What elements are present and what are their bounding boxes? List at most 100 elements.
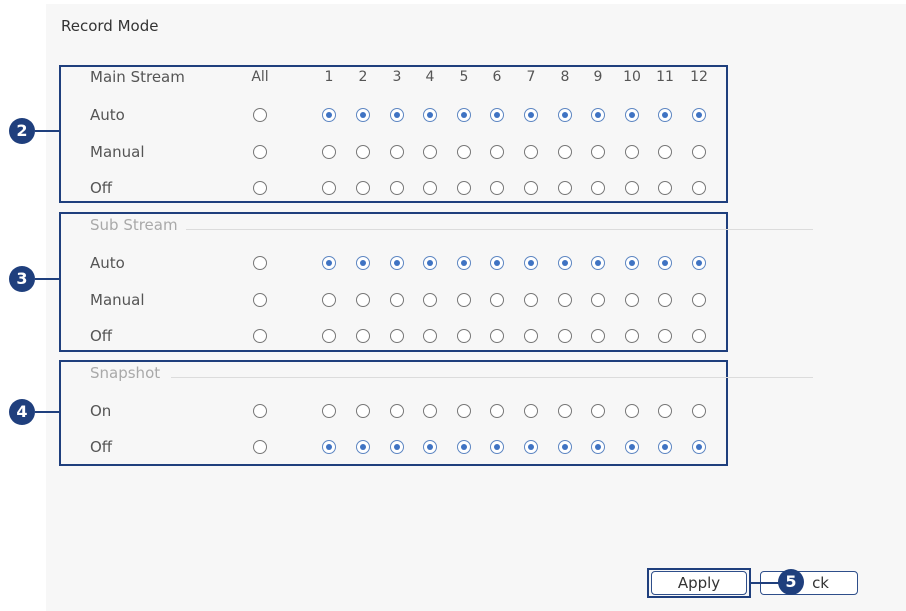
- radio-ch3-on[interactable]: [390, 404, 404, 418]
- radio-ch2-auto[interactable]: [356, 108, 370, 122]
- radio-ch10-off[interactable]: [625, 329, 639, 343]
- radio-ch5-off[interactable]: [457, 181, 471, 195]
- radio-ch2-off[interactable]: [356, 181, 370, 195]
- radio-ch2-off[interactable]: [356, 440, 370, 454]
- radio-ch3-off[interactable]: [390, 329, 404, 343]
- radio-ch4-manual[interactable]: [423, 293, 437, 307]
- radio-ch7-off[interactable]: [524, 181, 538, 195]
- radio-ch12-on[interactable]: [692, 404, 706, 418]
- radio-ch1-manual[interactable]: [322, 293, 336, 307]
- radio-ch6-auto[interactable]: [490, 108, 504, 122]
- radio-ch11-manual[interactable]: [658, 293, 672, 307]
- radio-ch5-off[interactable]: [457, 329, 471, 343]
- radio-ch3-off[interactable]: [390, 181, 404, 195]
- radio-ch6-off[interactable]: [490, 329, 504, 343]
- radio-ch5-auto[interactable]: [457, 256, 471, 270]
- radio-ch7-auto[interactable]: [524, 108, 538, 122]
- radio-ch7-on[interactable]: [524, 404, 538, 418]
- radio-ch10-manual[interactable]: [625, 293, 639, 307]
- radio-ch9-manual[interactable]: [591, 293, 605, 307]
- radio-ch6-off[interactable]: [490, 181, 504, 195]
- radio-ch10-on[interactable]: [625, 404, 639, 418]
- radio-ch1-on[interactable]: [322, 404, 336, 418]
- radio-ch8-auto[interactable]: [558, 256, 572, 270]
- radio-ch12-manual[interactable]: [692, 145, 706, 159]
- radio-ch1-manual[interactable]: [322, 145, 336, 159]
- radio-ch1-off[interactable]: [322, 440, 336, 454]
- radio-ch12-off[interactable]: [692, 440, 706, 454]
- radio-ch11-auto[interactable]: [658, 256, 672, 270]
- radio-ch7-manual[interactable]: [524, 145, 538, 159]
- radio-ch10-auto[interactable]: [625, 256, 639, 270]
- radio-ch6-manual[interactable]: [490, 293, 504, 307]
- radio-ch5-on[interactable]: [457, 404, 471, 418]
- radio-ch3-manual[interactable]: [390, 145, 404, 159]
- radio-ch4-auto[interactable]: [423, 108, 437, 122]
- radio-ch3-manual[interactable]: [390, 293, 404, 307]
- radio-ch9-off[interactable]: [591, 329, 605, 343]
- radio-ch1-auto[interactable]: [322, 256, 336, 270]
- radio-ch5-off[interactable]: [457, 440, 471, 454]
- radio-ch10-off[interactable]: [625, 181, 639, 195]
- radio-ch7-off[interactable]: [524, 440, 538, 454]
- radio-ch9-off[interactable]: [591, 440, 605, 454]
- radio-ch3-off[interactable]: [390, 440, 404, 454]
- radio-ch2-on[interactable]: [356, 404, 370, 418]
- radio-ch9-auto[interactable]: [591, 108, 605, 122]
- radio-ch12-auto[interactable]: [692, 108, 706, 122]
- radio-ch4-manual[interactable]: [423, 145, 437, 159]
- radio-all-on[interactable]: [253, 404, 267, 418]
- radio-ch8-manual[interactable]: [558, 145, 572, 159]
- radio-ch3-auto[interactable]: [390, 256, 404, 270]
- radio-ch9-manual[interactable]: [591, 145, 605, 159]
- radio-all-off[interactable]: [253, 181, 267, 195]
- radio-ch11-off[interactable]: [658, 329, 672, 343]
- radio-ch2-manual[interactable]: [356, 293, 370, 307]
- radio-all-manual[interactable]: [253, 293, 267, 307]
- radio-all-auto[interactable]: [253, 256, 267, 270]
- radio-ch2-auto[interactable]: [356, 256, 370, 270]
- radio-ch1-auto[interactable]: [322, 108, 336, 122]
- radio-ch7-auto[interactable]: [524, 256, 538, 270]
- radio-ch9-auto[interactable]: [591, 256, 605, 270]
- radio-ch11-on[interactable]: [658, 404, 672, 418]
- radio-ch6-auto[interactable]: [490, 256, 504, 270]
- radio-ch5-auto[interactable]: [457, 108, 471, 122]
- radio-ch10-auto[interactable]: [625, 108, 639, 122]
- radio-ch8-auto[interactable]: [558, 108, 572, 122]
- radio-ch4-off[interactable]: [423, 329, 437, 343]
- radio-ch1-off[interactable]: [322, 329, 336, 343]
- radio-ch4-on[interactable]: [423, 404, 437, 418]
- radio-ch6-off[interactable]: [490, 440, 504, 454]
- radio-all-auto[interactable]: [253, 108, 267, 122]
- radio-ch2-off[interactable]: [356, 329, 370, 343]
- radio-ch8-off[interactable]: [558, 440, 572, 454]
- radio-ch8-manual[interactable]: [558, 293, 572, 307]
- radio-ch9-on[interactable]: [591, 404, 605, 418]
- radio-ch7-off[interactable]: [524, 329, 538, 343]
- radio-ch6-on[interactable]: [490, 404, 504, 418]
- radio-ch9-off[interactable]: [591, 181, 605, 195]
- radio-ch12-manual[interactable]: [692, 293, 706, 307]
- radio-ch8-off[interactable]: [558, 329, 572, 343]
- radio-ch6-manual[interactable]: [490, 145, 504, 159]
- radio-ch4-off[interactable]: [423, 181, 437, 195]
- radio-ch12-off[interactable]: [692, 181, 706, 195]
- radio-all-off[interactable]: [253, 329, 267, 343]
- radio-all-off[interactable]: [253, 440, 267, 454]
- radio-ch7-manual[interactable]: [524, 293, 538, 307]
- radio-ch4-off[interactable]: [423, 440, 437, 454]
- radio-ch5-manual[interactable]: [457, 145, 471, 159]
- radio-ch2-manual[interactable]: [356, 145, 370, 159]
- radio-ch5-manual[interactable]: [457, 293, 471, 307]
- radio-ch10-manual[interactable]: [625, 145, 639, 159]
- radio-ch8-on[interactable]: [558, 404, 572, 418]
- radio-ch10-off[interactable]: [625, 440, 639, 454]
- radio-ch4-auto[interactable]: [423, 256, 437, 270]
- radio-ch11-manual[interactable]: [658, 145, 672, 159]
- radio-ch12-off[interactable]: [692, 329, 706, 343]
- radio-ch11-off[interactable]: [658, 181, 672, 195]
- radio-ch8-off[interactable]: [558, 181, 572, 195]
- radio-all-manual[interactable]: [253, 145, 267, 159]
- radio-ch12-auto[interactable]: [692, 256, 706, 270]
